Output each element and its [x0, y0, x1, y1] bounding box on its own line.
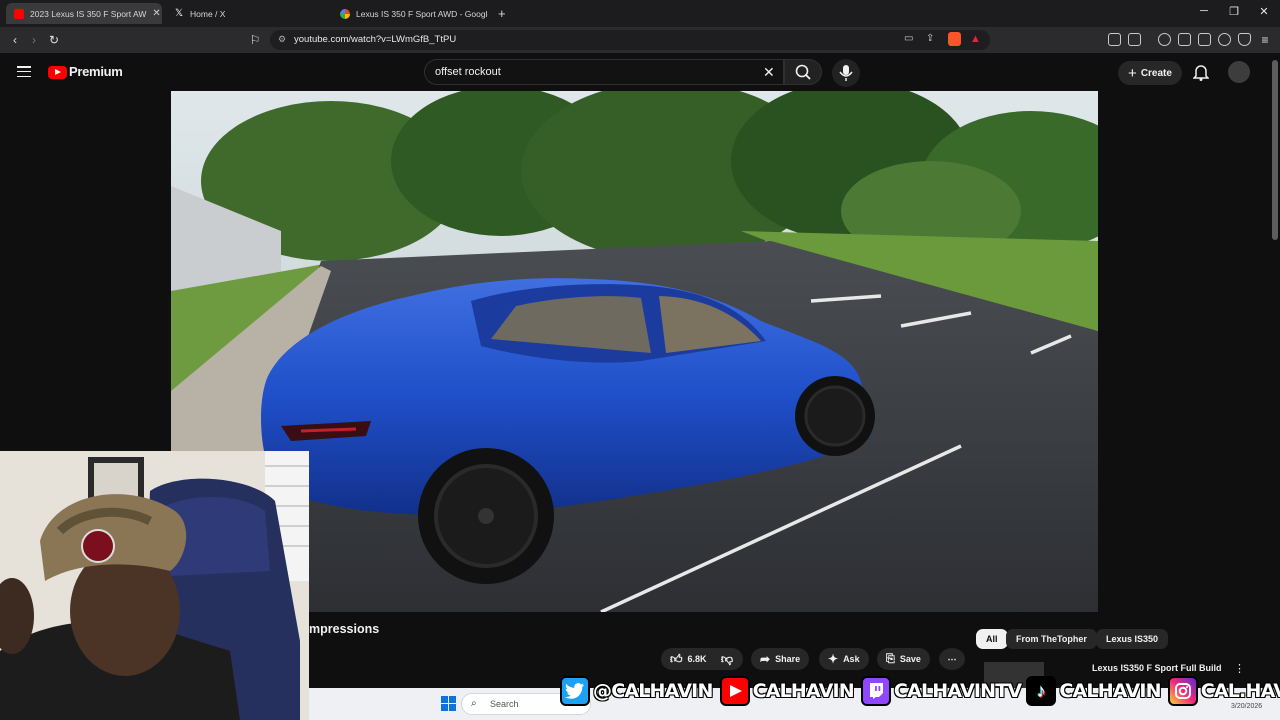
taskbar-search-placeholder: Search	[490, 699, 519, 709]
notifications-bell-icon[interactable]	[1193, 63, 1209, 81]
windows-start-icon[interactable]	[441, 696, 457, 712]
extensions-icon[interactable]	[1108, 33, 1121, 46]
voice-search-button[interactable]	[832, 59, 860, 87]
clear-search-icon[interactable]: ✕	[763, 64, 775, 81]
account-avatar[interactable]	[1228, 61, 1250, 83]
vpn-shield-icon[interactable]	[1238, 33, 1251, 46]
tiktok-icon: ♪	[1026, 676, 1057, 706]
close-window-icon[interactable]: ✕	[1256, 5, 1272, 18]
thumbs-down-icon: 👎︎	[720, 651, 734, 666]
chip-from-thetopher[interactable]: From TheTopher	[1006, 629, 1097, 649]
like-button[interactable]: 👍︎ 6.8K	[661, 648, 715, 670]
new-tab-button[interactable]: +	[494, 3, 516, 24]
wallet-icon[interactable]	[1198, 33, 1211, 46]
youtube-icon	[14, 8, 24, 19]
minimize-icon[interactable]: ─	[1196, 5, 1212, 17]
ask-button[interactable]: ✦ Ask	[819, 648, 869, 670]
reload-icon[interactable]: ↻	[45, 31, 63, 49]
bookmark-save-icon: ⎘	[886, 652, 895, 665]
search-icon	[795, 64, 811, 80]
sidebar-icon[interactable]	[1178, 33, 1191, 46]
streamer-webcam	[0, 451, 309, 720]
page-scrollbar[interactable]	[1272, 60, 1278, 240]
back-icon[interactable]: ‹	[6, 31, 24, 49]
search-query-text: offset rockout	[435, 66, 501, 78]
chip-lexus-is350[interactable]: Lexus IS350	[1096, 629, 1169, 649]
search-icon: ⌕	[471, 698, 477, 709]
twitter-handle: @CALHAVIN	[592, 679, 714, 702]
forward-icon[interactable]: ›	[25, 31, 43, 49]
url-text: youtube.com/watch?v=LWmGfB_TtPU	[294, 34, 457, 45]
tab-title: Home / X	[190, 8, 226, 19]
twitter-icon	[560, 676, 590, 706]
leo-ai-icon[interactable]	[1218, 33, 1231, 46]
ask-label: Ask	[843, 654, 860, 664]
more-horizontal-icon: ⋯	[947, 653, 957, 664]
twitch-icon	[860, 676, 891, 706]
media-icon[interactable]	[1158, 33, 1171, 46]
dislike-button[interactable]: 👎︎	[711, 648, 743, 670]
cast-icon[interactable]: ▭	[904, 33, 913, 44]
microphone-icon	[839, 65, 853, 81]
wheel-rear	[418, 448, 554, 584]
address-bar[interactable]: ⚙ youtube.com/watch?v=LWmGfB_TtPU ▭ ⇪ ▲	[270, 30, 990, 50]
google-icon	[340, 8, 350, 19]
youtube-handle: CALHAVIN	[752, 679, 856, 702]
browser-tab-x[interactable]: 𝕏 Home / X	[166, 3, 330, 24]
youtube-masthead: Premium offset rockout ✕ + Create	[0, 53, 1280, 91]
browser-tab-youtube[interactable]: 2023 Lexus IS 350 F Sport AW ✕	[6, 3, 162, 24]
search-button[interactable]	[784, 59, 822, 85]
video-player[interactable]	[171, 91, 1098, 612]
youtube-icon	[719, 676, 750, 706]
search-input[interactable]: offset rockout ✕	[424, 59, 784, 85]
tab-title: 2023 Lexus IS 350 F Sport AW	[30, 8, 147, 19]
x-logo-icon: 𝕏	[174, 7, 184, 19]
share-label: Share	[775, 654, 801, 664]
save-label: Save	[899, 654, 921, 664]
site-info-icon[interactable]: ⚙	[278, 34, 286, 45]
share-button[interactable]: ➦ Share	[751, 648, 810, 670]
instagram-handle: CAL.HAVIN	[1200, 679, 1280, 702]
menu-icon[interactable]: ≡	[1256, 31, 1274, 49]
video-frame	[171, 91, 1098, 612]
twitch-handle: CALHAVINTV	[893, 679, 1023, 702]
youtube-premium-wordmark[interactable]: Premium	[69, 64, 123, 79]
create-button[interactable]: + Create	[1118, 61, 1182, 85]
more-actions-button[interactable]: ⋯	[939, 648, 965, 670]
close-icon[interactable]: ✕	[146, 8, 160, 19]
brave-rewards-icon[interactable]: ▲	[970, 33, 981, 45]
hamburger-menu-icon[interactable]	[17, 66, 31, 78]
restore-icon[interactable]: ❐	[1226, 5, 1242, 18]
share-arrow-icon: ➦	[760, 652, 771, 666]
sparkle-icon: ✦	[828, 652, 839, 666]
browser-tab-google[interactable]: Lexus IS 350 F Sport AWD - Google S	[332, 3, 488, 24]
tiktok-handle: CALHAVIN	[1059, 679, 1163, 702]
chip-all[interactable]: All	[976, 629, 1008, 649]
plus-icon: +	[1128, 64, 1137, 82]
wheel-front	[795, 376, 875, 456]
video-title: mpressions	[309, 622, 380, 636]
instagram-icon	[1167, 676, 1198, 706]
create-label: Create	[1140, 67, 1172, 79]
screenshot-icon[interactable]	[1128, 33, 1141, 46]
browser-tab-strip: 2023 Lexus IS 350 F Sport AW ✕ 𝕏 Home / …	[0, 0, 1280, 27]
brave-shields-icon[interactable]	[948, 32, 961, 46]
tab-title: Lexus IS 350 F Sport AWD - Google S	[356, 8, 488, 19]
bookmark-icon[interactable]: ⚐	[246, 31, 264, 49]
social-handles-overlay: @CALHAVIN CALHAVIN CALHAVINTV ♪ CALHAVIN…	[560, 672, 1280, 710]
save-button[interactable]: ⎘ Save	[877, 648, 930, 670]
youtube-logo-icon[interactable]	[48, 66, 67, 79]
thumbs-up-icon: 👍︎	[670, 651, 683, 666]
webcam-frame	[0, 451, 309, 720]
share-page-icon[interactable]: ⇪	[926, 33, 934, 44]
like-count: 6.8K	[687, 654, 707, 664]
browser-toolbar: ‹ › ↻ ⚐ ⚙ youtube.com/watch?v=LWmGfB_TtP…	[0, 27, 1280, 53]
